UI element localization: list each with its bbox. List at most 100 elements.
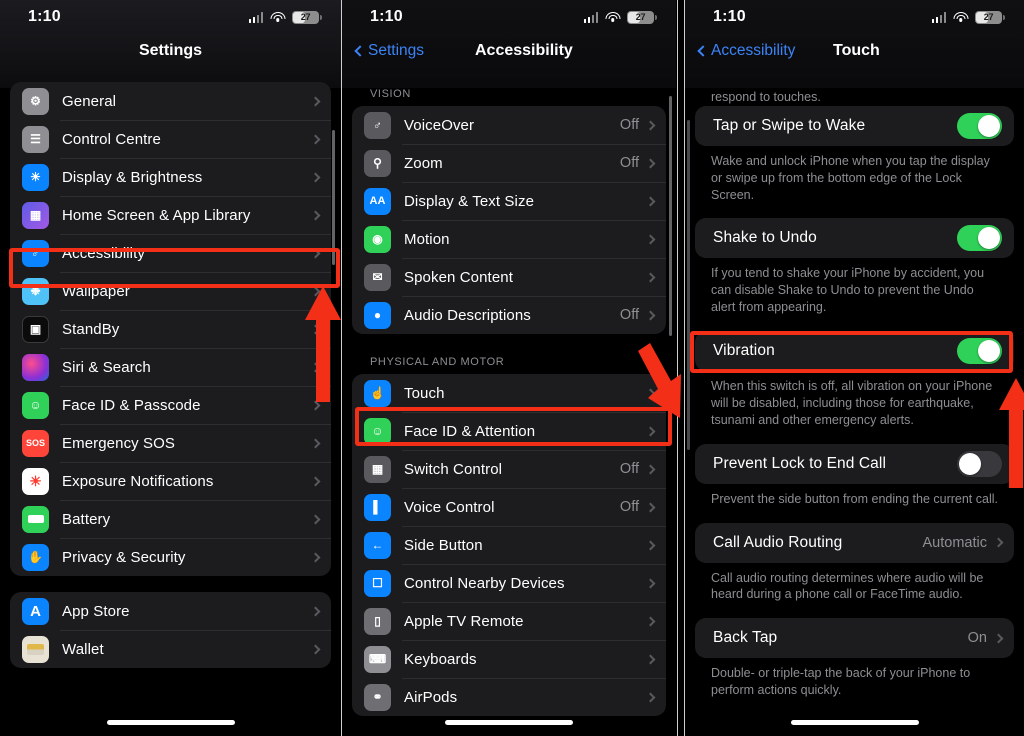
toggle-switch[interactable]	[957, 338, 1002, 364]
chevron-right-icon	[645, 234, 656, 244]
list-item-display-text-size[interactable]: AA Display & Text Size	[352, 182, 666, 220]
battery-icon	[22, 505, 49, 533]
panel3-scrollbar[interactable]	[687, 120, 690, 450]
list-item-emergency-sos[interactable]: SOS Emergency SOS	[10, 424, 331, 462]
home-indicator-3	[790, 720, 919, 725]
setting-row-tap-or-swipe-to-wake[interactable]: Tap or Swipe to Wake	[695, 105, 1014, 146]
settings-panel: 1:10 27 Settings ⚙ General ☰ Control Centre…	[0, 0, 341, 736]
accessibility-scroll[interactable]: VISION ♂ VoiceOver Off ⚲ Zoom Off AA Display & …	[342, 76, 676, 716]
list-item-zoom[interactable]: ⚲ Zoom Off	[352, 144, 666, 182]
setting-row-call-audio-routing[interactable]: Call Audio Routing Automatic	[695, 522, 1014, 563]
list-item-app-store[interactable]: A App Store	[10, 592, 331, 630]
panel2-scrollbar[interactable]	[669, 96, 672, 336]
panel1-scrollbar[interactable]	[332, 130, 335, 265]
list-item-face-id-passcode[interactable]: ☺ Face ID & Passcode	[10, 386, 331, 424]
settings-scroll[interactable]: ⚙ General ☰ Control Centre ☀ Display & Bright…	[0, 82, 341, 668]
chevron-right-icon	[310, 606, 321, 616]
setting-row-vibration[interactable]: Vibration	[695, 331, 1014, 371]
chevron-right-icon	[645, 578, 656, 588]
list-item-side-button[interactable]: ← Side Button	[352, 526, 666, 564]
list-item-touch[interactable]: ☝ Touch	[352, 374, 666, 412]
list-item-wallet[interactable]: Wallet	[10, 630, 331, 668]
setting-row-shake-to-undo[interactable]: Shake to Undo	[695, 218, 1014, 259]
list-item-home-screen-app-library[interactable]: ▦ Home Screen & App Library	[10, 196, 331, 234]
list-item-label: Wallpaper	[62, 282, 130, 300]
battery-icon: 27	[627, 10, 657, 24]
list-item-motion[interactable]: ◉ Motion	[352, 220, 666, 258]
panel3-navbar: Accessibility Touch	[685, 34, 1024, 68]
list-item-label: Motion	[404, 230, 450, 248]
chevron-right-icon	[310, 248, 321, 258]
gear-icon: ⚙	[22, 87, 49, 115]
toggle-switch[interactable]	[957, 450, 1002, 477]
list-item-accessibility[interactable]: ♂ Accessibility	[10, 234, 331, 272]
accessibility-icon: ♂	[22, 239, 49, 267]
toggle-switch[interactable]	[957, 225, 1002, 252]
sos-icon: SOS	[22, 429, 49, 457]
list-item-keyboards[interactable]: ⌨ Keyboards	[352, 640, 666, 678]
toggle-knob	[978, 114, 1000, 137]
touch-icon: ☝	[364, 379, 391, 407]
setting-label: Vibration	[713, 342, 775, 359]
chevron-right-icon	[310, 552, 321, 562]
back-button-label: Accessibility	[711, 42, 796, 59]
list-item-siri-search[interactable]: Siri & Search	[10, 348, 331, 386]
list-item-spoken-content[interactable]: ✉ Spoken Content	[352, 258, 666, 296]
touch-scroll[interactable]: following settings to change how the scr…	[685, 68, 1024, 714]
list-item-label: Face ID & Attention	[404, 422, 536, 440]
list-item-battery[interactable]: Battery	[10, 500, 331, 538]
settings-group-1: ⚙ General ☰ Control Centre ☀ Display & Bright…	[10, 82, 331, 576]
list-item-control-nearby-devices[interactable]: ☐ Control Nearby Devices	[352, 564, 666, 602]
spoken-content-icon: ✉	[364, 263, 391, 291]
list-item-voice-control[interactable]: ▌ Voice Control Off	[352, 488, 666, 526]
setting-value: Automatic	[922, 534, 987, 551]
list-item-exposure-notifications[interactable]: ☀ Exposure Notifications	[10, 462, 331, 500]
setting-row-prevent-lock-to-end-call[interactable]: Prevent Lock to End Call	[695, 443, 1014, 484]
battery-icon: 27	[975, 10, 1005, 24]
back-button-accessibility[interactable]: Accessibility	[697, 42, 796, 60]
panel2-navbar: Settings Accessibility	[342, 34, 676, 68]
section-header-vision: VISION	[370, 88, 411, 100]
status-bar-1: 1:10 27	[0, 0, 341, 34]
list-item-wallpaper[interactable]: ❉ Wallpaper	[10, 272, 331, 310]
chevron-right-icon	[310, 286, 321, 296]
chevron-right-icon	[645, 616, 656, 626]
list-item-face-id-attention[interactable]: ☺ Face ID & Attention	[352, 412, 666, 450]
setting-block: Vibration When this switch is off, all vi…	[695, 331, 1014, 444]
list-item-label: App Store	[62, 602, 130, 620]
toggle-switch[interactable]	[957, 112, 1002, 139]
back-button-settings[interactable]: Settings	[354, 42, 424, 60]
list-item-apple-tv-remote[interactable]: ▯ Apple TV Remote	[352, 602, 666, 640]
accessibility-panel: 1:10 27 Settings Accessibility VISION ♂ V…	[342, 0, 676, 736]
setting-block: Shake to Undo If you tend to shake your i…	[695, 218, 1014, 331]
vision-group: ♂ VoiceOver Off ⚲ Zoom Off AA Display & Text Si…	[352, 106, 666, 334]
cellular-signal-icon	[931, 11, 946, 23]
setting-block: Call Audio Routing Automatic Call audio ro…	[695, 522, 1014, 619]
list-item-display-brightness[interactable]: ☀ Display & Brightness	[10, 158, 331, 196]
chevron-right-icon	[310, 210, 321, 220]
battery-percent: 27	[635, 12, 646, 22]
status-bar-2: 1:10 27	[342, 0, 676, 34]
list-item-control-centre[interactable]: ☰ Control Centre	[10, 120, 331, 158]
chevron-right-icon	[310, 644, 321, 654]
page-title-settings: Settings	[138, 42, 203, 59]
list-item-standby[interactable]: ▣ StandBy	[10, 310, 331, 348]
section-header-physical: PHYSICAL AND MOTOR	[370, 356, 505, 368]
setting-block: Back Tap On Double- or triple-tap the back…	[695, 618, 1014, 714]
chevron-right-icon	[645, 120, 656, 130]
chevron-right-icon	[645, 272, 656, 282]
list-item-label: StandBy	[62, 320, 120, 338]
control-nearby-devices-icon: ☐	[364, 569, 391, 597]
battery-icon: 27	[292, 10, 322, 24]
list-item-privacy-security[interactable]: ✋ Privacy & Security	[10, 538, 331, 576]
list-item-label: AirPods	[404, 688, 458, 706]
list-item-airpods[interactable]: ⚭ AirPods	[352, 678, 666, 716]
list-item-switch-control[interactable]: ▦ Switch Control Off	[352, 450, 666, 488]
list-item-voiceover[interactable]: ♂ VoiceOver Off	[352, 106, 666, 144]
list-item-general[interactable]: ⚙ General	[10, 82, 331, 120]
setting-row-back-tap[interactable]: Back Tap On	[695, 618, 1014, 659]
list-item-audio-descriptions[interactable]: ● Audio Descriptions Off	[352, 296, 666, 334]
chevron-right-icon	[645, 654, 656, 664]
voice-control-icon: ▌	[364, 493, 391, 521]
list-item-label: Siri & Search	[62, 358, 151, 376]
